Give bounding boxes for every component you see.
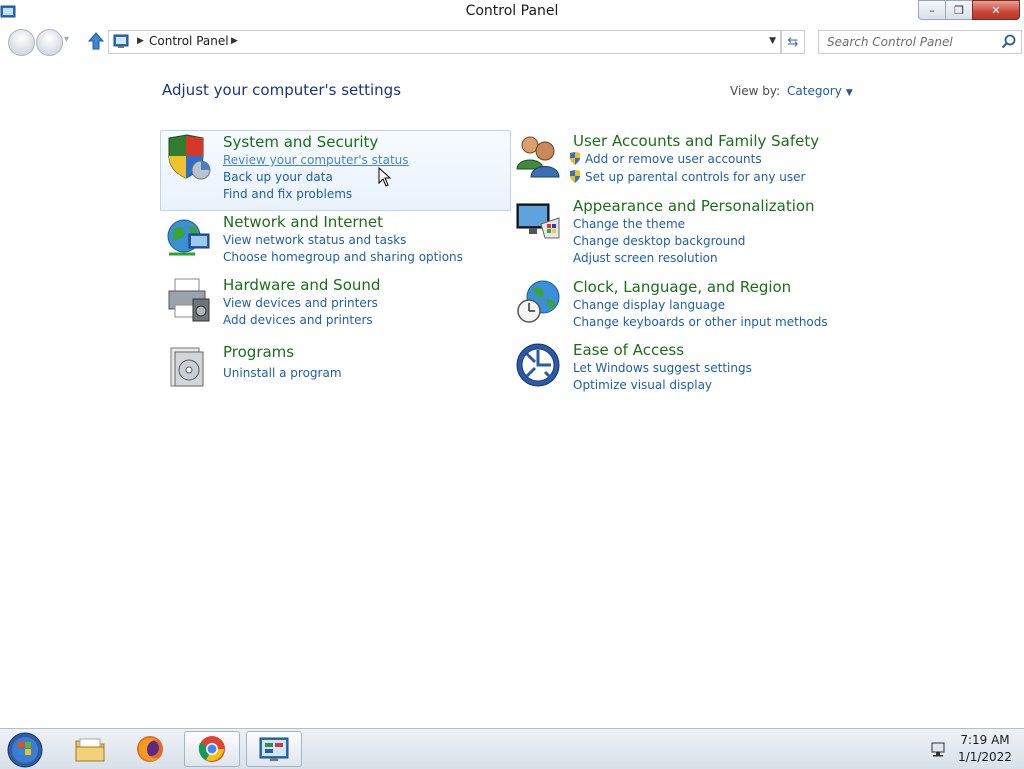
link-view-network-status[interactable]: View network status and tasks (223, 233, 406, 247)
users-icon[interactable] (515, 133, 561, 179)
page-title: Adjust your computer's settings (162, 81, 402, 99)
category-title[interactable]: Clock, Language, and Region (573, 278, 791, 296)
search-box[interactable] (818, 30, 1022, 54)
view-by-label: View by: (730, 84, 781, 98)
up-arrow-icon[interactable] (86, 31, 106, 51)
category-title[interactable]: Appearance and Personalization (573, 197, 815, 215)
refresh-icon[interactable]: ⇆ (781, 30, 805, 54)
link-change-theme[interactable]: Change the theme (573, 217, 685, 231)
link-uninstall-program[interactable]: Uninstall a program (223, 366, 342, 380)
category-title[interactable]: System and Security (223, 133, 378, 151)
link-text[interactable]: Set up parental controls for any user (585, 170, 805, 184)
link-parental-controls[interactable]: Set up parental controls for any user (569, 170, 805, 184)
link-text[interactable]: Add or remove user accounts (585, 152, 762, 166)
link-optimize-visual-display[interactable]: Optimize visual display (573, 378, 712, 392)
link-add-devices-printers[interactable]: Add devices and printers (223, 313, 373, 327)
view-by-dropdown[interactable]: Category ▼ (787, 84, 853, 98)
link-adjust-resolution[interactable]: Adjust screen resolution (573, 251, 718, 265)
clock-globe-icon[interactable] (515, 279, 561, 325)
mouse-cursor-icon (378, 167, 392, 187)
link-change-display-language[interactable]: Change display language (573, 298, 725, 312)
window-controls: – ❐ ✕ (918, 0, 1020, 20)
close-button[interactable]: ✕ (972, 0, 1020, 20)
printer-icon[interactable] (165, 277, 211, 323)
network-icon[interactable] (165, 214, 211, 260)
recent-pages-dropdown-icon[interactable]: ▾ (64, 34, 69, 45)
search-icon[interactable] (1001, 34, 1016, 49)
category-network-internet[interactable]: Network and Internet View network status… (161, 211, 510, 269)
title-bar: Control Panel – ❐ ✕ (0, 0, 1024, 25)
ease-of-access-icon[interactable] (515, 342, 561, 388)
taskbar: 7:19 AM 1/1/2022 (0, 728, 1024, 769)
category-title[interactable]: User Accounts and Family Safety (573, 132, 819, 150)
address-dropdown-icon[interactable]: ▼ (769, 36, 776, 46)
chrome-icon (198, 736, 225, 762)
control-panel-icon (113, 34, 129, 48)
forward-button[interactable] (36, 29, 63, 56)
link-change-desktop-background[interactable]: Change desktop background (573, 234, 745, 248)
category-title[interactable]: Network and Internet (223, 213, 383, 231)
link-windows-suggest-settings[interactable]: Let Windows suggest settings (573, 361, 752, 375)
display-icon[interactable] (515, 198, 561, 244)
window-title: Control Panel (465, 3, 559, 19)
category-appearance[interactable]: Appearance and Personalization Change th… (511, 195, 841, 267)
clock-time[interactable]: 7:19 AM (950, 733, 1020, 747)
taskbar-control-panel[interactable] (246, 731, 302, 767)
firefox-icon (137, 736, 163, 762)
restore-button[interactable]: ❐ (945, 0, 973, 20)
link-review-status[interactable]: Review your computer's status (223, 153, 409, 167)
back-button[interactable] (8, 29, 35, 56)
category-ease-of-access[interactable]: Ease of Access Let Windows suggest setti… (511, 339, 841, 397)
address-bar[interactable]: ▶ Control Panel ▶ ▼ (108, 30, 781, 54)
link-back-up-data[interactable]: Back up your data (223, 170, 333, 184)
breadcrumb[interactable]: Control Panel (149, 34, 229, 48)
system-tray: 7:19 AM 1/1/2022 (884, 729, 1024, 769)
uac-shield-icon (570, 152, 580, 165)
category-programs[interactable]: Programs Uninstall a program (161, 341, 510, 389)
search-input[interactable] (825, 33, 999, 51)
category-title[interactable]: Ease of Access (573, 341, 684, 359)
category-system-security[interactable]: System and Security Review your computer… (160, 130, 511, 211)
start-orb-icon[interactable] (6, 731, 44, 769)
minimize-button[interactable]: – (918, 0, 946, 20)
folder-icon (75, 738, 105, 762)
category-title[interactable]: Programs (223, 343, 294, 361)
link-add-remove-user-accounts[interactable]: Add or remove user accounts (569, 152, 762, 166)
clock-date[interactable]: 1/1/2022 (950, 750, 1020, 764)
control-panel-icon (259, 737, 289, 761)
shield-icon[interactable] (165, 134, 211, 180)
category-clock-language-region[interactable]: Clock, Language, and Region Change displ… (511, 276, 841, 334)
taskbar-file-explorer[interactable] (62, 731, 118, 767)
category-hardware-sound[interactable]: Hardware and Sound View devices and prin… (161, 274, 510, 332)
uac-shield-icon (570, 170, 580, 183)
main-content: Adjust your computer's settings View by:… (0, 60, 1024, 728)
taskbar-chrome[interactable] (184, 731, 240, 767)
breadcrumb-separator-icon[interactable]: ▶ (231, 36, 238, 46)
network-tray-icon[interactable] (930, 741, 946, 757)
category-title[interactable]: Hardware and Sound (223, 276, 380, 294)
dropdown-arrow-icon[interactable]: ▼ (846, 88, 853, 98)
link-view-devices-printers[interactable]: View devices and printers (223, 296, 378, 310)
link-find-fix-problems[interactable]: Find and fix problems (223, 187, 352, 201)
link-change-keyboards[interactable]: Change keyboards or other input methods (573, 315, 828, 329)
navigation-bar: ▾ ▶ Control Panel ▶ ▼ ⇆ (0, 26, 1024, 58)
category-user-accounts[interactable]: User Accounts and Family Safety Add or r… (511, 130, 841, 188)
view-by-value[interactable]: Category (787, 84, 842, 98)
programs-icon[interactable] (165, 344, 211, 390)
breadcrumb-separator-icon[interactable]: ▶ (137, 36, 144, 46)
link-homegroup-sharing[interactable]: Choose homegroup and sharing options (223, 250, 463, 264)
taskbar-firefox[interactable] (122, 731, 178, 767)
